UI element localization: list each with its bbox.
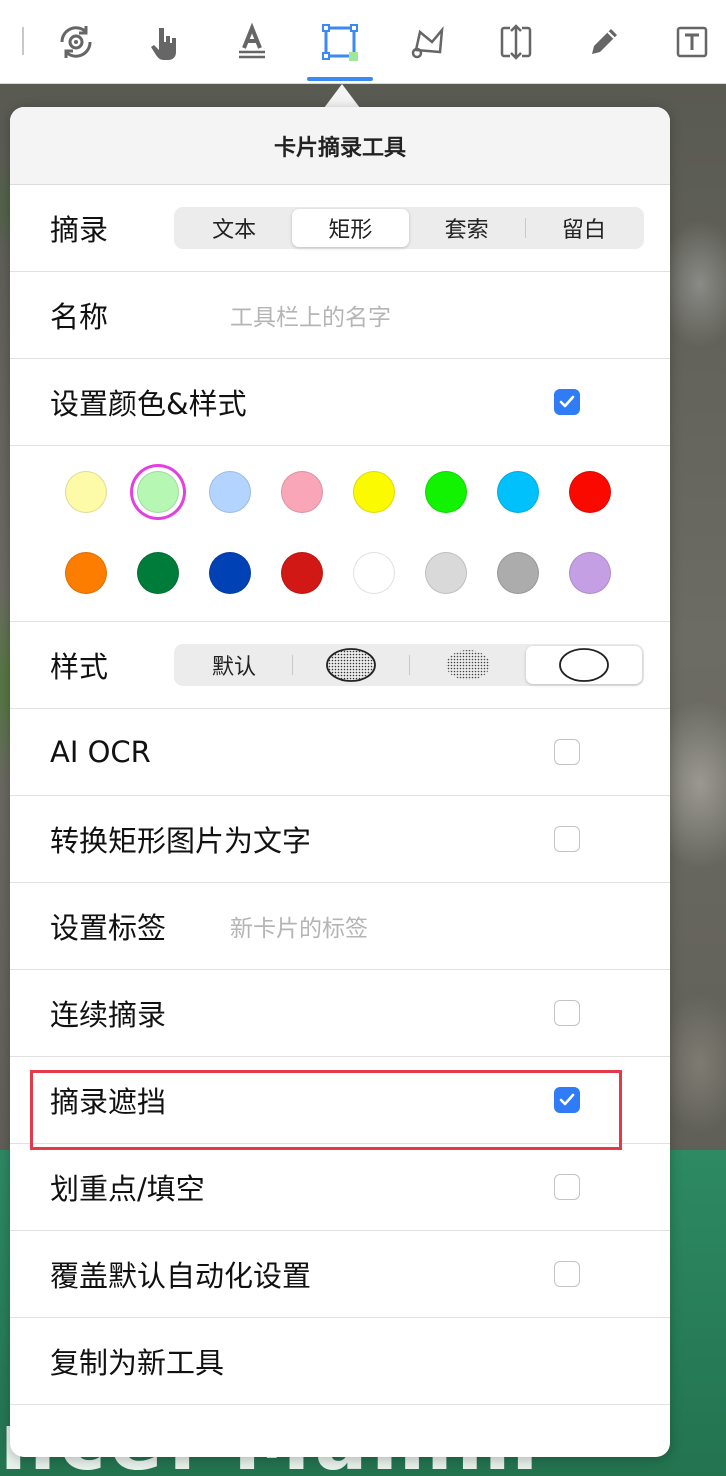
refresh-settings-tool-button[interactable] <box>48 16 104 68</box>
excerpt-label: 摘录 <box>50 213 109 247</box>
color-swatch[interactable] <box>353 471 395 513</box>
excerpt-option-blank[interactable]: 留白 <box>526 209 642 247</box>
style-option-default[interactable]: 默认 <box>176 646 292 684</box>
delete-tool-row[interactable]: 删除 <box>10 1405 670 1457</box>
name-row[interactable]: 名称 工具栏上的名字 <box>10 272 670 359</box>
excerpt-mode-segmented-control: 文本 矩形 套索 留白 <box>174 207 644 249</box>
text-tool-button[interactable] <box>224 16 280 68</box>
color-swatch[interactable] <box>497 471 539 513</box>
checkmark-icon <box>559 395 575 408</box>
color-swatch[interactable] <box>137 552 179 594</box>
continuous-excerpt-row: 连续摘录 <box>10 970 670 1057</box>
excerpt-option-rectangle[interactable]: 矩形 <box>292 209 409 247</box>
text-underline-icon <box>239 22 265 59</box>
text-box-tool-button[interactable] <box>664 16 720 68</box>
convert-text-label: 转换矩形图片为文字 <box>50 824 312 858</box>
lasso-icon <box>411 26 444 59</box>
refresh-settings-icon <box>60 26 92 58</box>
style-option-dotted-fill[interactable] <box>410 646 526 684</box>
color-style-label: 设置颜色&样式 <box>50 387 247 421</box>
expand-tool-button[interactable] <box>488 16 544 68</box>
name-input[interactable]: 工具栏上的名字 <box>230 298 391 332</box>
ai-ocr-row: AI OCR <box>10 709 670 796</box>
duplicate-tool-label: 复制为新工具 <box>50 1346 225 1380</box>
duplicate-tool-row[interactable]: 复制为新工具 <box>10 1318 670 1405</box>
override-auto-label: 覆盖默认自动化设置 <box>50 1259 312 1293</box>
text-box-icon <box>676 26 708 58</box>
color-swatch[interactable] <box>497 552 539 594</box>
tags-input[interactable]: 新卡片的标签 <box>230 909 368 943</box>
color-swatch[interactable] <box>209 552 251 594</box>
tags-label: 设置标签 <box>50 911 167 945</box>
highlight-blank-label: 划重点/填空 <box>50 1172 205 1206</box>
color-swatch[interactable] <box>281 471 323 513</box>
panel-title: 卡片摘录工具 <box>10 107 670 185</box>
color-swatch[interactable] <box>425 471 467 513</box>
override-auto-checkbox[interactable] <box>554 1261 580 1287</box>
color-swatch[interactable] <box>425 552 467 594</box>
hand-pointer-icon <box>151 28 176 60</box>
color-swatch[interactable] <box>65 552 107 594</box>
excerpt-option-text[interactable]: 文本 <box>176 209 292 247</box>
delete-tool-label: 删除 <box>50 1456 108 1458</box>
color-swatch[interactable] <box>353 552 395 594</box>
ai-ocr-checkbox[interactable] <box>554 739 580 765</box>
ellipse-outline-icon <box>559 648 609 682</box>
color-swatch[interactable] <box>281 552 323 594</box>
color-swatch[interactable] <box>209 471 251 513</box>
ai-ocr-label: AI OCR <box>50 735 151 769</box>
color-swatch[interactable] <box>65 471 107 513</box>
hand-tool-button[interactable] <box>136 16 192 68</box>
dotted-ellipse-fill-icon <box>446 650 490 680</box>
active-tool-indicator <box>307 77 373 81</box>
style-label: 样式 <box>50 650 109 684</box>
override-auto-row: 覆盖默认自动化设置 <box>10 1231 670 1318</box>
color-style-row: 设置颜色&样式 <box>10 359 670 446</box>
style-option-outline[interactable] <box>526 646 642 684</box>
color-swatch[interactable] <box>137 471 179 513</box>
card-excerpt-tool-panel: 卡片摘录工具 摘录 文本 矩形 套索 留白 名称 工具栏上的名字 设置颜色&样式… <box>10 107 670 1457</box>
style-option-dotted-outline[interactable] <box>293 646 409 684</box>
excerpt-mode-row: 摘录 文本 矩形 套索 留白 <box>10 185 670 272</box>
color-style-checkbox[interactable] <box>554 389 580 415</box>
excerpt-option-lasso[interactable]: 套索 <box>409 209 525 247</box>
excerpt-mask-label: 摘录遮挡 <box>50 1085 167 1119</box>
style-row: 样式 默认 <box>10 622 670 709</box>
color-swatch[interactable] <box>569 471 611 513</box>
style-segmented-control: 默认 <box>174 644 644 686</box>
rectangle-select-icon <box>322 24 358 61</box>
continuous-excerpt-label: 连续摘录 <box>50 998 167 1032</box>
popover-pointer <box>324 84 360 108</box>
top-toolbar <box>0 0 726 84</box>
color-swatch[interactable] <box>569 552 611 594</box>
convert-text-row: 转换矩形图片为文字 <box>10 796 670 883</box>
convert-text-checkbox[interactable] <box>554 826 580 852</box>
highlight-blank-checkbox[interactable] <box>554 1174 580 1200</box>
name-label: 名称 <box>50 300 109 334</box>
toolbar-divider <box>22 27 24 55</box>
pencil-icon <box>592 29 617 54</box>
pencil-tool-button[interactable] <box>576 16 632 68</box>
rectangle-tool-button[interactable] <box>312 16 368 68</box>
dotted-ellipse-outline-icon <box>326 648 376 682</box>
tags-row[interactable]: 设置标签 新卡片的标签 <box>10 883 670 970</box>
highlight-blank-row: 划重点/填空 <box>10 1144 670 1231</box>
expand-frame-icon <box>500 24 532 60</box>
continuous-excerpt-checkbox[interactable] <box>554 1000 580 1026</box>
lasso-tool-button[interactable] <box>400 16 456 68</box>
excerpt-mask-checkbox[interactable] <box>554 1087 580 1113</box>
checkmark-icon <box>559 1093 575 1106</box>
excerpt-mask-row: 摘录遮挡 <box>10 1057 670 1144</box>
color-palette <box>10 446 670 622</box>
